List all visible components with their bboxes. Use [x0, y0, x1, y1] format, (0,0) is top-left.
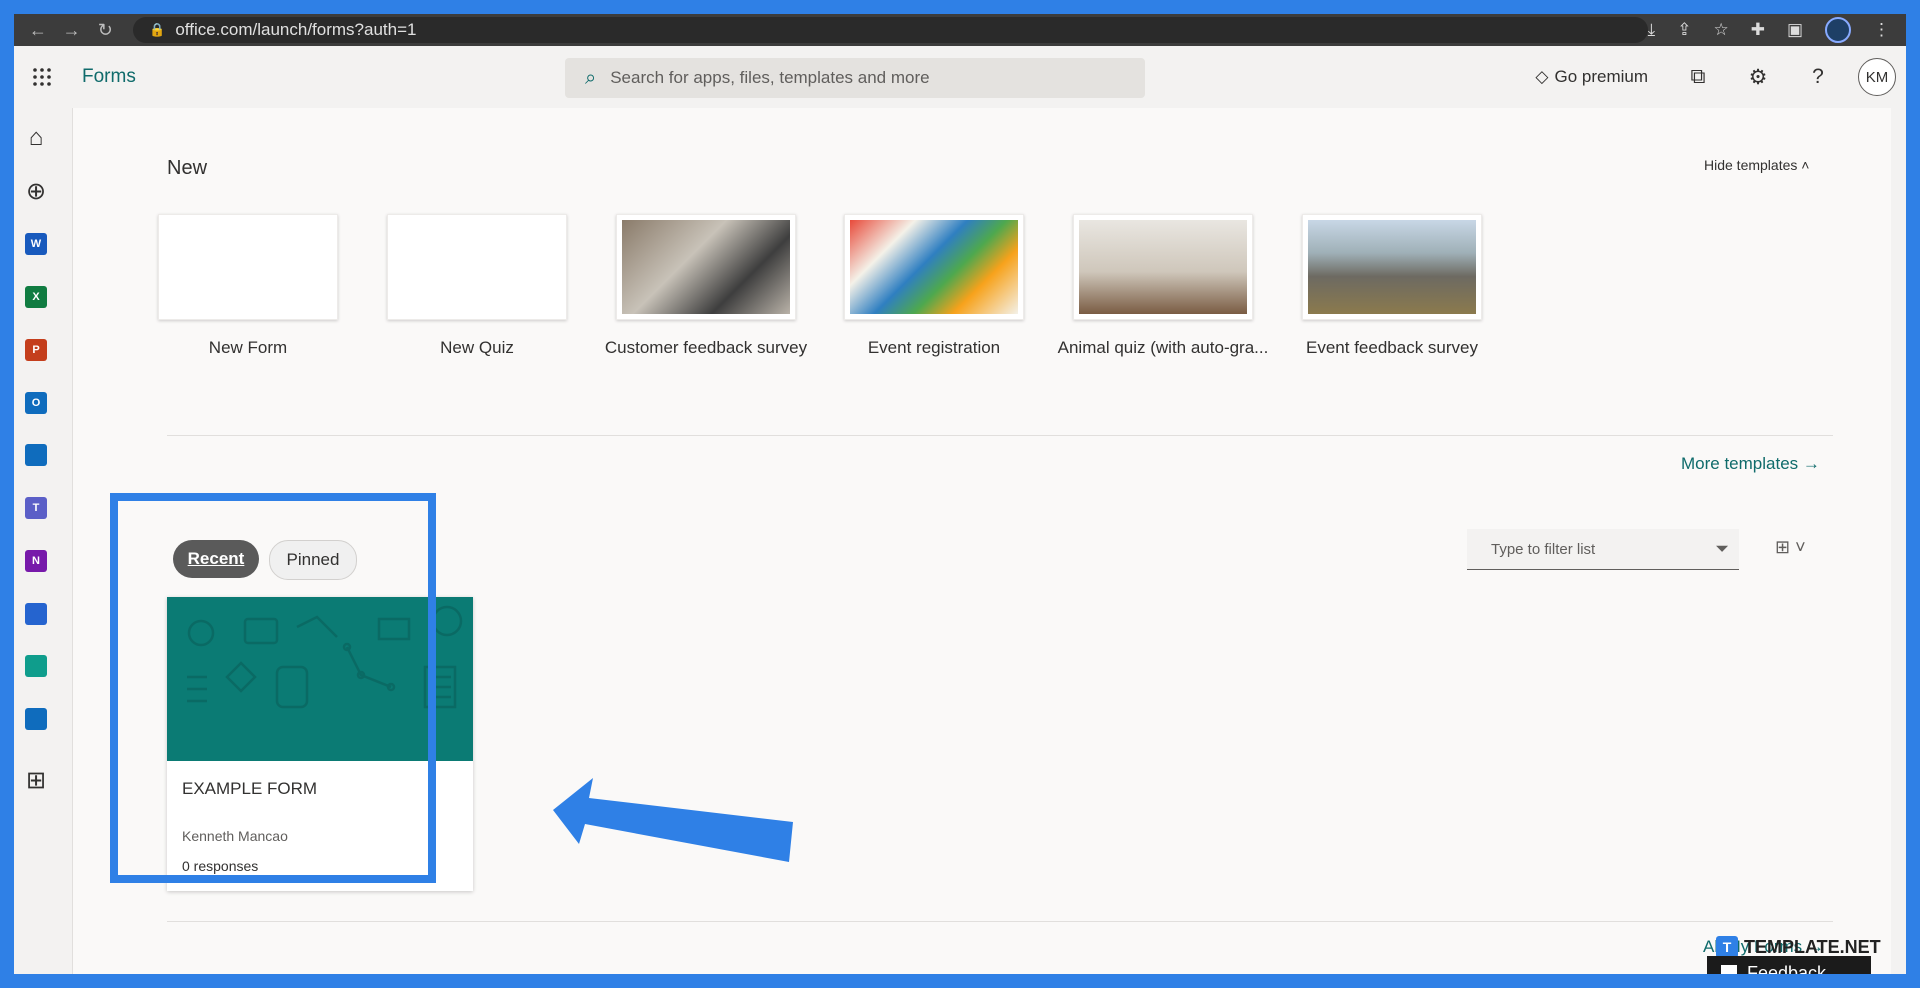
- template-image: [1308, 220, 1476, 314]
- template-thumbnail: [1073, 214, 1253, 320]
- app-tile: T: [25, 497, 47, 519]
- template-logo-icon: T: [1716, 936, 1738, 958]
- annotation-arrow-icon: [553, 778, 793, 862]
- rail-app-outlook-icon[interactable]: O: [14, 383, 58, 423]
- template-label: Event feedback survey: [1306, 338, 1478, 357]
- template-label: Customer feedback survey: [604, 338, 808, 357]
- feedback-icon: [1721, 965, 1737, 974]
- template-thumbnail: [387, 214, 567, 320]
- view-toggle-grid-icon[interactable]: ⊞ ˅: [1775, 537, 1806, 558]
- rail-app-teams-icon[interactable]: T: [14, 488, 58, 528]
- feedback-button[interactable]: Feedback: [1707, 956, 1871, 974]
- go-premium-button[interactable]: ◇ Go premium: [1535, 67, 1648, 87]
- template-label: New Form: [208, 338, 288, 357]
- filter-input[interactable]: Type to filter list ⏷: [1467, 529, 1739, 570]
- reload-icon[interactable]: ↻: [95, 20, 115, 40]
- app-tile: [25, 603, 47, 625]
- help-icon[interactable]: ?: [1798, 57, 1838, 97]
- rail-app-powerpoint-icon[interactable]: P: [14, 330, 58, 370]
- template-thumbnail: [616, 214, 796, 320]
- template-image: [850, 220, 1018, 314]
- template-thumbnail: [1302, 214, 1482, 320]
- window: ← → ↻ 🔒 office.com/launch/forms?auth=1 ⤓…: [14, 14, 1906, 974]
- app-title[interactable]: Forms: [82, 66, 136, 88]
- watermark-text: TEMPLATE.NET: [1744, 936, 1881, 957]
- browser-menu-icon[interactable]: ⋮: [1873, 20, 1890, 40]
- back-icon[interactable]: ←: [28, 20, 48, 40]
- lock-icon: 🔒: [149, 22, 166, 37]
- header-actions: ◇ Go premium ⧉ ⚙ ? KM: [1535, 46, 1906, 108]
- app-tile: O: [25, 392, 47, 414]
- template-item[interactable]: Animal quiz (with auto-gra...: [1048, 214, 1278, 358]
- section-title-new: New: [167, 157, 208, 179]
- template-label: Animal quiz (with auto-gra...: [1057, 338, 1269, 357]
- feedback-label: Feedback: [1747, 962, 1827, 975]
- url-text: office.com/launch/forms?auth=1: [175, 20, 417, 39]
- search-icon: ⌕: [585, 66, 597, 89]
- template-thumbnail: [158, 214, 338, 320]
- template-item[interactable]: Event feedback survey: [1277, 214, 1507, 358]
- app-launcher-icon[interactable]: [14, 67, 70, 87]
- app-tile: [25, 655, 47, 677]
- watermark-logo: T TEMPLATE.NET: [1716, 936, 1881, 958]
- app-tile: W: [25, 233, 47, 255]
- filter-placeholder: Type to filter list: [1491, 540, 1596, 558]
- profile-icon[interactable]: [1825, 17, 1851, 43]
- filter-funnel-icon[interactable]: ⏷: [1715, 539, 1729, 559]
- template-item[interactable]: Customer feedback survey: [591, 214, 821, 358]
- share-icon[interactable]: ⇪: [1677, 20, 1691, 40]
- avatar[interactable]: KM: [1858, 58, 1896, 96]
- forward-icon[interactable]: →: [62, 20, 82, 40]
- rail-app-onenote-icon[interactable]: N: [14, 541, 58, 581]
- app-tile: [25, 708, 47, 730]
- extensions-icon[interactable]: ✚: [1751, 20, 1765, 40]
- rail-app-family-safety-icon[interactable]: [14, 646, 58, 686]
- template-label: Event registration: [867, 338, 1001, 357]
- rail-app-calendar-icon[interactable]: [14, 699, 58, 739]
- search-box[interactable]: ⌕ Search for apps, files, templates and …: [565, 58, 1145, 98]
- more-templates-link[interactable]: More templates →: [1681, 454, 1820, 474]
- all-apps-icon[interactable]: ⊞: [14, 760, 58, 800]
- app-rail: ⌂ ⊕ W X P O T N ⊞: [14, 108, 70, 974]
- browser-toolbar: ← → ↻ 🔒 office.com/launch/forms?auth=1 ⤓…: [14, 14, 1906, 46]
- template-item[interactable]: New Form: [133, 214, 363, 358]
- template-image: [1079, 220, 1247, 314]
- rail-app-onedrive-icon[interactable]: [14, 435, 58, 475]
- address-bar[interactable]: 🔒 office.com/launch/forms?auth=1: [133, 17, 1648, 43]
- create-icon[interactable]: ⊕: [14, 171, 58, 211]
- app-tile: P: [25, 339, 47, 361]
- template-item[interactable]: New Quiz: [362, 214, 592, 358]
- share-screen-icon[interactable]: ⧉: [1678, 57, 1718, 97]
- rail-app-to-do-icon[interactable]: [14, 594, 58, 634]
- go-premium-label: Go premium: [1554, 67, 1648, 86]
- app-tile: N: [25, 550, 47, 572]
- hide-templates-button[interactable]: Hide templates ˄: [1704, 157, 1809, 173]
- template-thumbnail: [844, 214, 1024, 320]
- sidebar-icon[interactable]: ▣: [1787, 20, 1803, 40]
- bookmark-star-icon[interactable]: ☆: [1713, 20, 1728, 40]
- rail-app-word-icon[interactable]: W: [14, 224, 58, 264]
- template-label: New Quiz: [440, 338, 514, 357]
- rail-app-excel-icon[interactable]: X: [14, 277, 58, 317]
- install-icon[interactable]: ⤓: [1648, 20, 1656, 40]
- divider: [167, 435, 1833, 436]
- search-placeholder: Search for apps, files, templates and mo…: [610, 68, 930, 87]
- divider: [167, 921, 1833, 922]
- app-tile: [25, 444, 47, 466]
- annotation-highlight-box: [110, 493, 436, 883]
- settings-gear-icon[interactable]: ⚙: [1738, 57, 1778, 97]
- template-item[interactable]: Event registration: [819, 214, 1049, 358]
- app-tile: X: [25, 286, 47, 308]
- app-header: Forms ⌕ Search for apps, files, template…: [14, 46, 1906, 108]
- template-image: [622, 220, 790, 314]
- diamond-icon: ◇: [1535, 67, 1549, 86]
- home-icon[interactable]: ⌂: [14, 118, 58, 158]
- browser-actions: ⤓ ⇪ ☆ ✚ ▣ ⋮: [1648, 17, 1890, 43]
